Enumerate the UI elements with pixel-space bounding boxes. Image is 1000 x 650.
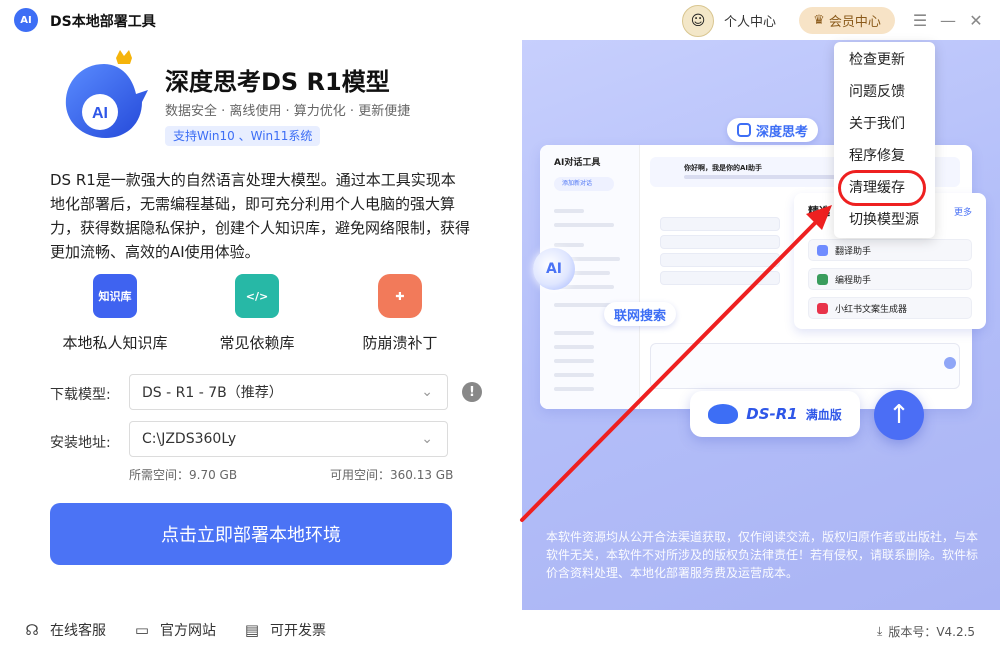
- code-library-icon: </>: [235, 274, 279, 318]
- mock-line: [554, 387, 594, 391]
- crown-icon: ♛: [813, 13, 825, 28]
- minimize-icon[interactable]: —: [936, 8, 960, 32]
- download-icon: ⤓: [877, 624, 883, 638]
- arrow-up-icon: ↑: [874, 390, 924, 440]
- side-panel-more: 更多: [953, 208, 972, 218]
- whale-logo-icon: AI: [65, 50, 148, 138]
- product-title: 深度思考DS R1模型: [165, 68, 390, 96]
- version-label: 版本号：V4.2.5: [888, 625, 976, 639]
- ds-r1-label: DS-R1: [746, 405, 798, 423]
- close-icon[interactable]: ✕: [964, 8, 988, 32]
- free-space: 可用空间：360.13 GB: [330, 468, 454, 482]
- model-label: 下载模型:: [50, 387, 111, 403]
- net-search-label: 联网搜索: [614, 308, 667, 324]
- member-center-button[interactable]: ♛ 会员中心: [799, 7, 895, 34]
- translate-icon: [817, 245, 828, 256]
- deploy-button[interactable]: 点击立即部署本地环境: [50, 503, 452, 565]
- ds-r1-full-label: 满血版: [805, 407, 842, 422]
- mock-line: [684, 175, 854, 179]
- app-window: AI DS本地部署工具 ☺ 个人中心 ♛ 会员中心 ☰ — ✕ AI 深度思考D…: [0, 0, 1000, 650]
- mock-question: [660, 235, 780, 249]
- side-panel-item: 翻译助手: [808, 239, 972, 261]
- side-panel-title: 精选: [808, 205, 830, 218]
- member-center-label: 会员中心: [828, 15, 881, 30]
- mock-line: [554, 359, 594, 363]
- os-support-badge: 支持Win10 、Win11系统: [165, 126, 321, 146]
- side-panel-item: 小红书文案生成器: [808, 297, 972, 319]
- title-bar: AI DS本地部署工具 ☺ 个人中心 ♛ 会员中心 ☰ — ✕: [0, 0, 1000, 40]
- feature-label: 防崩溃补丁: [362, 334, 438, 352]
- headset-icon: ☊: [25, 621, 39, 639]
- menu-item-switch-source[interactable]: 切换模型源: [834, 204, 935, 236]
- whale-icon: [708, 404, 739, 424]
- official-website-label: 官方网站: [160, 623, 216, 639]
- highlight-ring: [838, 170, 926, 206]
- bandage-icon: ✚: [378, 274, 422, 318]
- app-title: DS本地部署工具: [50, 14, 156, 30]
- side-panel-item-label: 翻译助手: [835, 246, 872, 257]
- side-panel-item-label: 小红书文案生成器: [835, 304, 908, 315]
- install-path-label: 安装地址:: [50, 435, 111, 451]
- chevron-down-icon: ⌄: [421, 431, 433, 447]
- code-icon: [817, 274, 828, 285]
- menu-item-about[interactable]: 关于我们: [834, 108, 935, 140]
- required-space: 所需空间：9.70 GB: [129, 468, 238, 482]
- product-tagline: 数据安全 · 离线使用 · 算力优化 · 更新便捷: [165, 104, 411, 119]
- install-path-value: C:\JZDS360Ly: [142, 431, 237, 447]
- disclaimer: 本软件资源均从公开合法渠道获取，仅作阅读交流，版权归原作者或出版社，与本软件无关…: [546, 530, 979, 580]
- menu-item-check-update[interactable]: 检查更新: [834, 44, 935, 76]
- feature-dependency-library: </> 常见依赖库: [187, 274, 327, 353]
- mock-line: [554, 243, 584, 247]
- info-icon[interactable]: !: [462, 382, 482, 402]
- chevron-down-icon: ⌄: [421, 384, 433, 400]
- feature-label: 常见依赖库: [219, 334, 295, 352]
- personal-center-link[interactable]: 个人中心: [724, 11, 776, 30]
- settings-menu: 检查更新 问题反馈 关于我们 程序修复 清理缓存 切换模型源: [834, 42, 935, 238]
- online-support-link[interactable]: ☊ 在线客服: [22, 620, 106, 640]
- ticket-icon: ▤: [244, 621, 260, 639]
- mock-new-chat: 添加新对话: [554, 177, 614, 191]
- official-website-link[interactable]: ▭ 官方网站: [132, 620, 216, 640]
- menu-item-repair[interactable]: 程序修复: [834, 140, 935, 172]
- online-support-label: 在线客服: [50, 623, 106, 639]
- deep-think-chip: 深度思考: [727, 118, 819, 142]
- menu-item-feedback[interactable]: 问题反馈: [834, 76, 935, 108]
- mock-line: [554, 373, 594, 377]
- ai-orb-icon: AI: [533, 248, 575, 290]
- mock-line: [554, 345, 594, 349]
- model-select[interactable]: DS - R1 - 7B（推荐） ⌄: [129, 374, 448, 410]
- monitor-icon: ▭: [134, 621, 150, 639]
- ds-r1-banner: DS-R1 满血版: [690, 391, 860, 437]
- hamburger-icon[interactable]: ☰: [908, 8, 932, 32]
- version-info: ⤓ 版本号：V4.2.5: [877, 623, 975, 640]
- feature-crash-patch: ✚ 防崩溃补丁: [330, 274, 470, 353]
- net-search-chip: 联网搜索: [604, 302, 677, 326]
- mock-send-icon: [944, 357, 956, 369]
- svg-text:AI: AI: [92, 105, 108, 122]
- mock-input: [650, 343, 960, 389]
- mock-question: [660, 271, 780, 285]
- app-logo-icon: AI: [14, 8, 38, 32]
- deep-think-label: 深度思考: [756, 124, 809, 140]
- avatar[interactable]: ☺: [682, 5, 714, 37]
- side-panel-item-label: 编程助手: [835, 275, 872, 286]
- install-path-select[interactable]: C:\JZDS360Ly ⌄: [129, 421, 448, 457]
- knowledge-base-icon: 知识库: [93, 274, 137, 318]
- model-select-value: DS - R1 - 7B（推荐）: [142, 385, 283, 401]
- feature-knowledge-base: 知识库 本地私人知识库: [45, 274, 185, 353]
- invoice-label: 可开发票: [270, 623, 326, 639]
- mock-question: [660, 253, 780, 267]
- mock-sidebar-title: AI对话工具: [554, 158, 601, 168]
- mock-line: [554, 209, 584, 213]
- mock-line: [554, 331, 594, 335]
- mock-question: [660, 217, 780, 231]
- mock-greeting: 你好啊，我是你的AI助手: [684, 164, 763, 172]
- side-panel-item: 编程助手: [808, 268, 972, 290]
- product-description: DS R1是一款强大的自然语言处理大模型。通过本工具实现本地化部署后，无需编程基…: [50, 171, 471, 261]
- xiaohongshu-icon: [817, 303, 828, 314]
- feature-label: 本地私人知识库: [62, 334, 168, 352]
- mock-line: [554, 223, 614, 227]
- deep-think-icon: [737, 123, 751, 137]
- invoice-link[interactable]: ▤ 可开发票: [242, 620, 326, 640]
